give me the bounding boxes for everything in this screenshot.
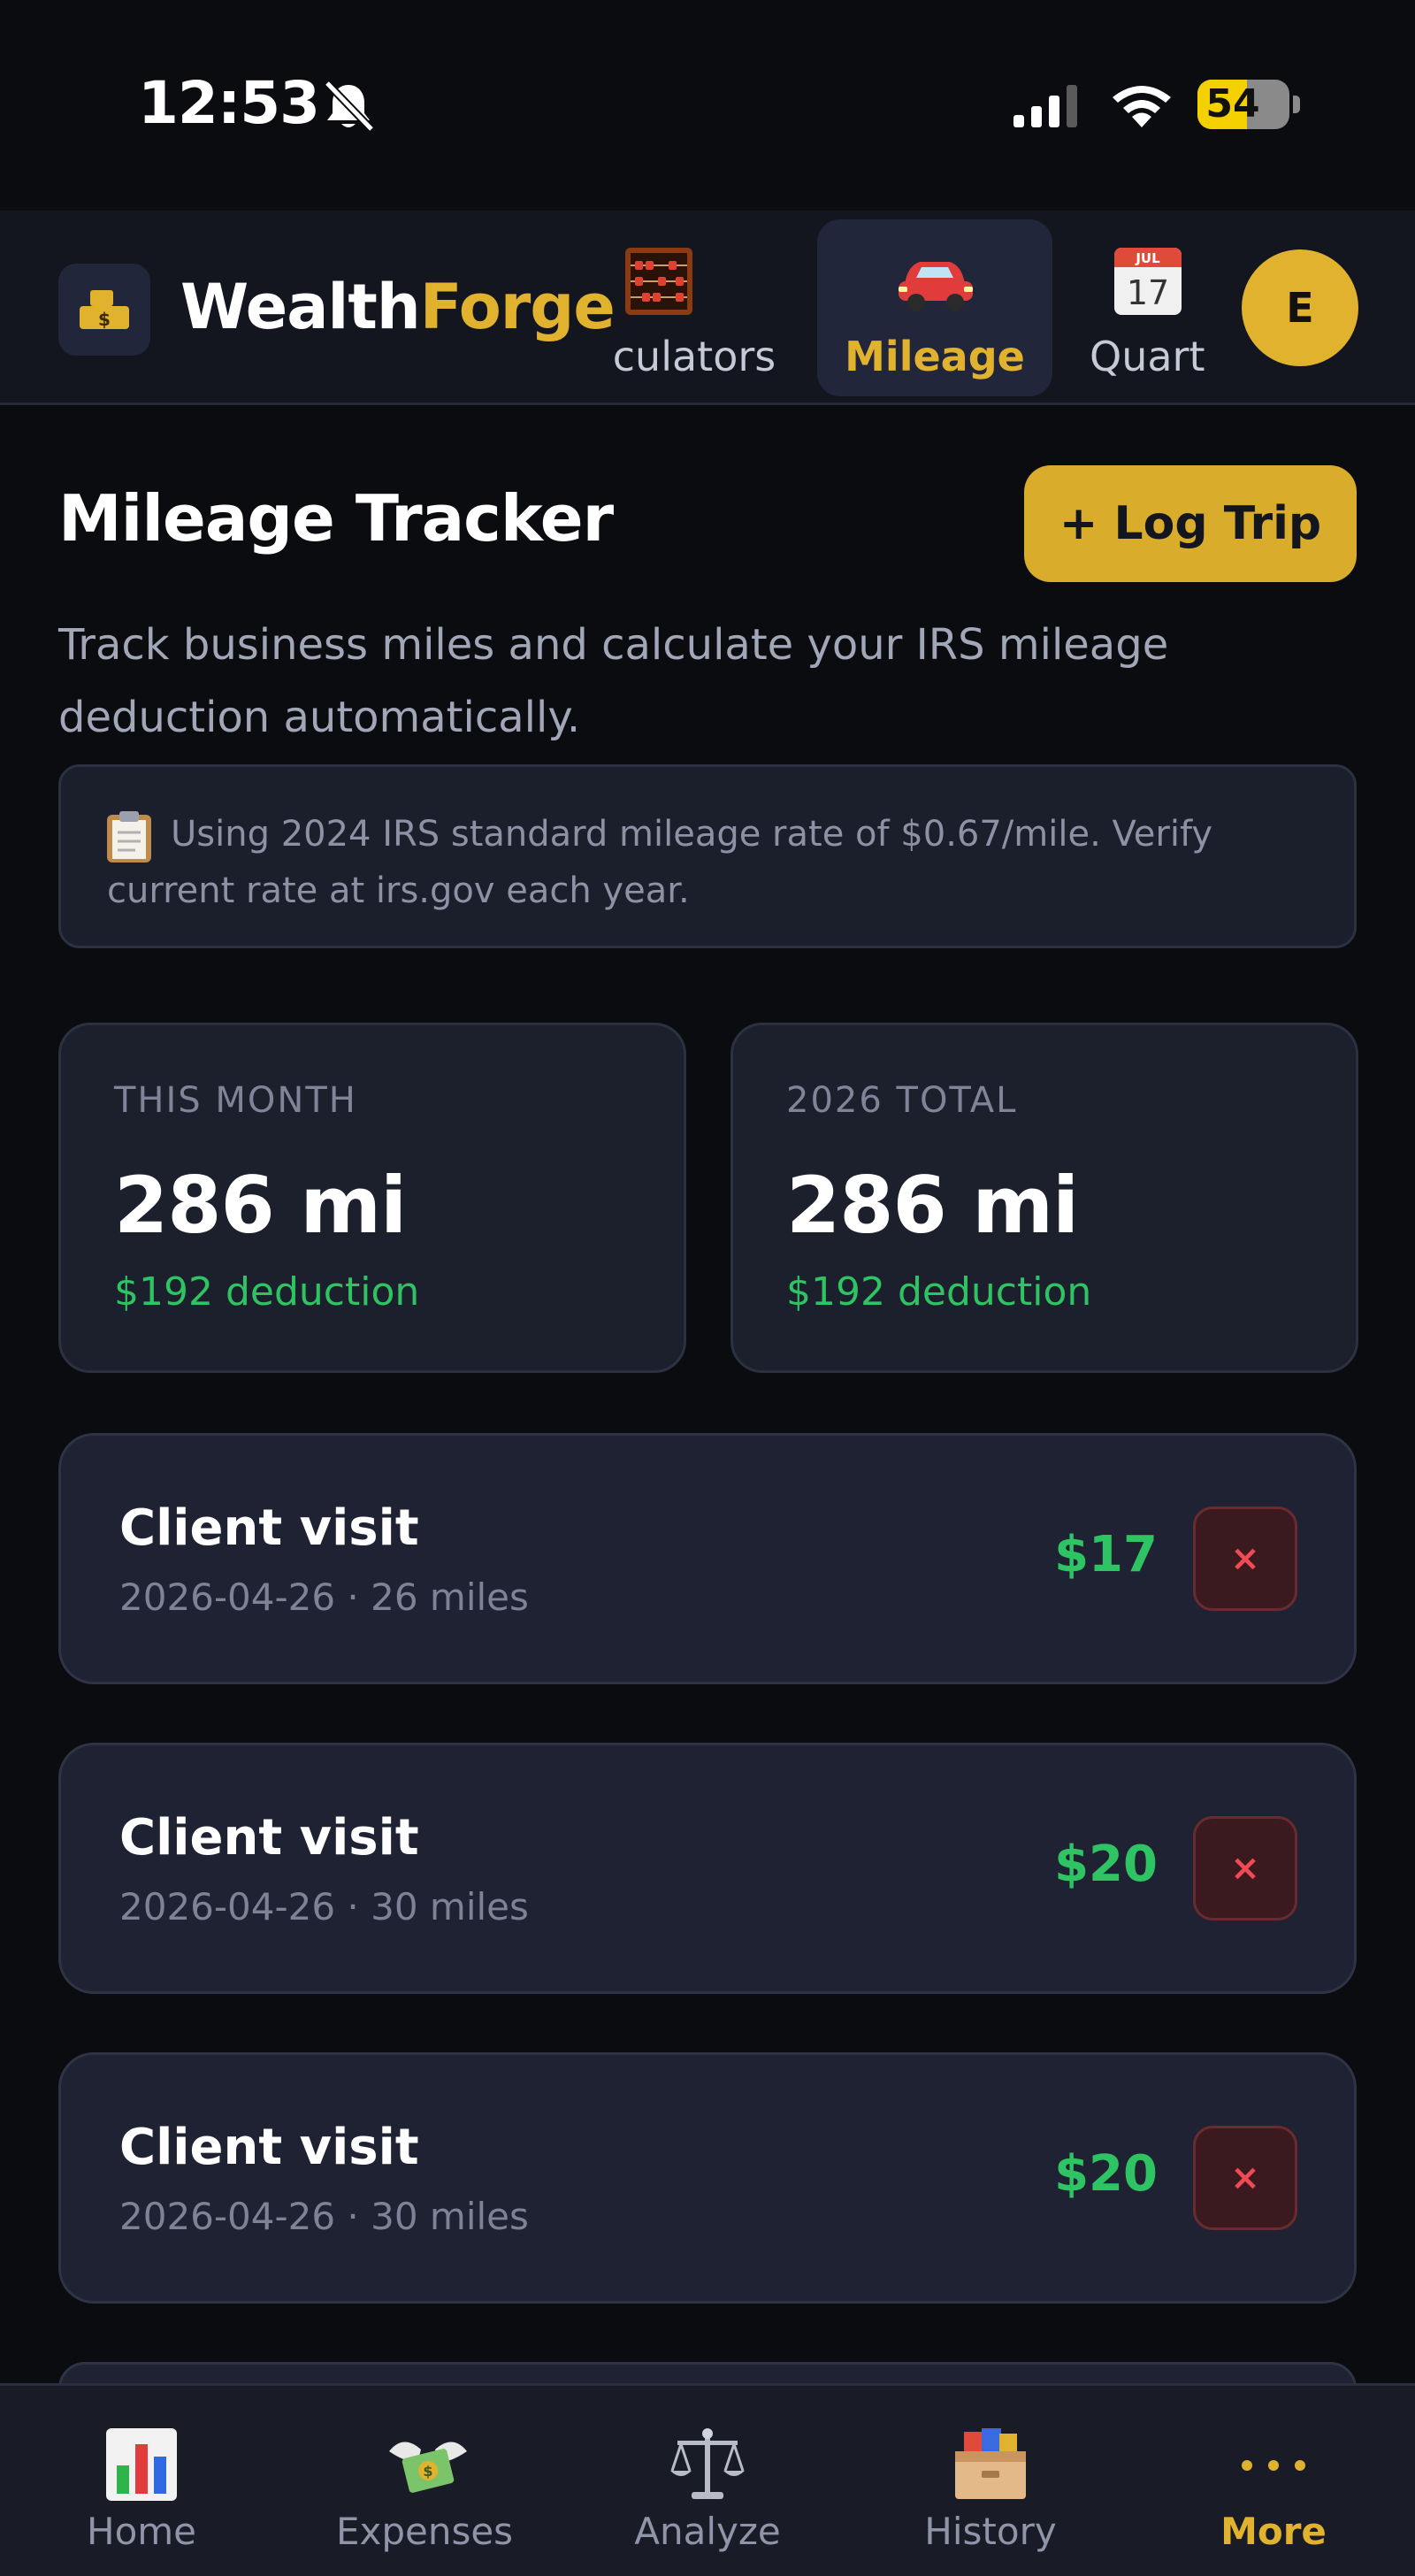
nav-history[interactable]: History <box>849 2386 1132 2576</box>
tab-calculators[interactable]: culators <box>584 219 805 396</box>
bar-chart-icon <box>106 2428 177 2501</box>
trip-meta: 2026-04-26 · 30 miles <box>119 1885 529 1928</box>
delete-trip-button[interactable]: × <box>1193 1506 1297 1611</box>
trip-title: Client visit <box>119 1499 419 1557</box>
status-bar: 12:53 54 <box>0 0 1415 211</box>
trip-card[interactable]: Client visit 2026-04-26 · 30 miles $20 × <box>58 1743 1357 1994</box>
trip-title: Client visit <box>119 2119 419 2176</box>
svg-text:$: $ <box>98 309 111 330</box>
wifi-icon <box>1113 86 1171 127</box>
nav-more[interactable]: More <box>1132 2386 1415 2576</box>
nav-expenses[interactable]: $ Expenses <box>283 2386 566 2576</box>
stat-card-year-total: 2026 TOTAL 286 mi $192 deduction <box>730 1023 1358 1373</box>
signal-icon <box>1013 85 1077 127</box>
more-dots-icon <box>1242 2460 1305 2471</box>
gold-bars-icon: $ <box>80 290 129 330</box>
delete-trip-button[interactable]: × <box>1193 2126 1297 2230</box>
nav-analyze[interactable]: Analyze <box>566 2386 849 2576</box>
stat-value: 286 mi <box>114 1160 407 1251</box>
bell-off-icon <box>324 80 375 133</box>
calendar-month: JUL <box>1135 250 1160 266</box>
tab-quarterly[interactable]: JUL 17 Quart <box>1082 219 1220 396</box>
page-title: Mileage Tracker <box>58 481 614 556</box>
card-box-icon <box>955 2428 1026 2499</box>
trip-card[interactable]: Client visit 2026-04-26 · 30 miles $20 × <box>58 2052 1357 2304</box>
nav-tabs: culators Mileage JUL 17 Quart <box>584 211 1220 405</box>
trip-meta: 2026-04-26 · 30 miles <box>119 2195 529 2238</box>
trip-amount: $17 <box>1054 1526 1158 1583</box>
scales-icon <box>670 2428 745 2499</box>
tab-mileage[interactable]: Mileage <box>817 219 1052 396</box>
stat-card-this-month: THIS MONTH 286 mi $192 deduction <box>58 1023 686 1373</box>
trip-card[interactable]: Client visit 2026-04-26 · 26 miles $17 × <box>58 1433 1357 1684</box>
money-wings-icon: $ <box>389 2442 467 2493</box>
stat-label: 2026 TOTAL <box>786 1080 1018 1121</box>
trip-title: Client visit <box>119 1809 419 1867</box>
calendar-day: 17 <box>1127 273 1169 312</box>
trip-meta: 2026-04-26 · 26 miles <box>119 1576 529 1619</box>
battery-icon: 54 <box>1197 80 1300 129</box>
brand-name: WealthForge <box>180 271 616 343</box>
svg-text:$: $ <box>423 2463 432 2480</box>
stat-label: THIS MONTH <box>114 1080 357 1121</box>
logo[interactable]: $ <box>58 264 150 356</box>
page-subtitle: Track business miles and calculate your … <box>58 620 1169 742</box>
nav-home[interactable]: Home <box>0 2386 283 2576</box>
stat-deduction: $192 deduction <box>786 1269 1092 1315</box>
calendar-icon: JUL 17 <box>1114 248 1182 315</box>
log-trip-button[interactable]: + Log Trip <box>1024 465 1357 582</box>
car-icon <box>899 262 973 311</box>
stat-value: 286 mi <box>786 1160 1079 1251</box>
trip-amount: $20 <box>1054 2145 1158 2203</box>
battery-level: 54 <box>1205 81 1260 126</box>
avatar[interactable]: E <box>1242 249 1358 366</box>
status-time: 12:53 <box>138 69 320 137</box>
abacus-icon <box>625 248 692 315</box>
info-banner: Using 2024 IRS standard mileage rate of … <box>58 764 1357 948</box>
info-text: Using 2024 IRS standard mileage rate of … <box>107 814 1212 911</box>
stat-deduction: $192 deduction <box>114 1269 420 1315</box>
delete-trip-button[interactable]: × <box>1193 1816 1297 1920</box>
bottom-nav: Home $ Expenses Analyze History More <box>0 2383 1415 2576</box>
app-header: $ WealthForge culators Mileage JUL 17 Qu… <box>0 211 1415 405</box>
trip-amount: $20 <box>1054 1836 1158 1893</box>
